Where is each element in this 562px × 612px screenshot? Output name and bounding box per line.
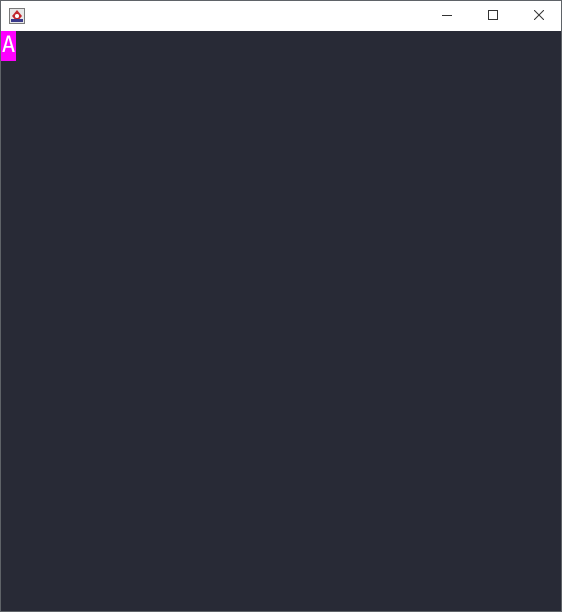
app-window: A xyxy=(0,0,562,612)
maximize-button[interactable] xyxy=(470,1,516,31)
maximize-icon xyxy=(488,7,498,25)
close-button[interactable] xyxy=(516,1,561,31)
title-bar[interactable] xyxy=(1,1,561,31)
minimize-button[interactable] xyxy=(424,1,470,31)
close-icon xyxy=(533,7,545,25)
minimize-icon xyxy=(442,7,452,25)
character-tile: A xyxy=(1,31,16,61)
render-canvas[interactable]: A xyxy=(1,31,561,611)
java-app-icon[interactable] xyxy=(9,8,25,24)
